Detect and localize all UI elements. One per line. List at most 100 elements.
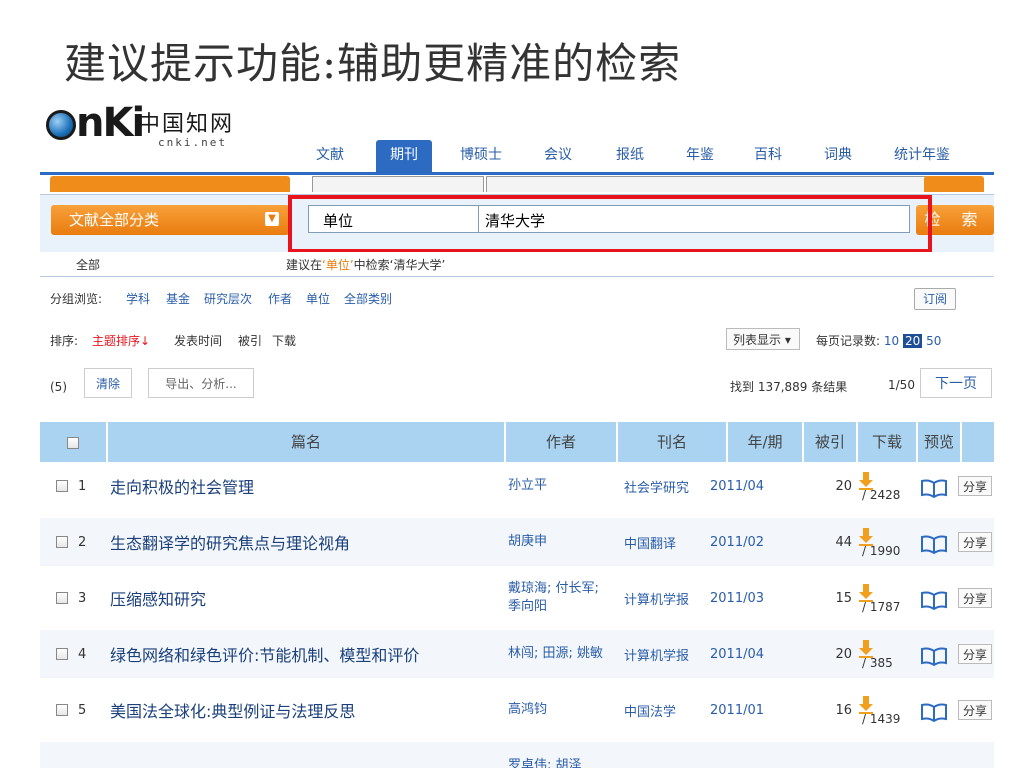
per-page-50[interactable]: 50 <box>926 334 941 348</box>
category-dropdown[interactable]: 文献全部分类 ▼ <box>51 205 289 235</box>
cited-count[interactable]: 44 <box>802 518 852 566</box>
issue-link[interactable]: 2011/03 <box>710 574 794 622</box>
article-title-link[interactable] <box>110 742 500 768</box>
tab-tongjinianjian[interactable]: 统计年鉴 <box>880 140 994 172</box>
download-cell[interactable]: / 2428 <box>852 462 912 510</box>
issue-link[interactable]: 2011/01 <box>710 686 794 734</box>
cited-count[interactable]: 16 <box>802 686 852 734</box>
table-row: 2 生态翻译学的研究焦点与理论视角 胡庚申 中国翻译 2011/02 44 / 1990 分享 <box>40 518 994 566</box>
book-preview-icon[interactable] <box>920 590 948 610</box>
tab-wenxian[interactable]: 文献 <box>302 140 358 172</box>
journal-link[interactable]: 中国法学 <box>624 686 724 734</box>
nav-underline <box>40 172 994 175</box>
article-title-link[interactable]: 生态翻译学的研究焦点与理论视角 <box>110 518 500 566</box>
download-cell[interactable]: / 1990 <box>852 518 912 566</box>
article-title-link[interactable]: 绿色网络和绿色评价:节能机制、模型和评价 <box>110 630 500 678</box>
download-cell[interactable]: / 385 <box>852 630 912 678</box>
tab-nianjian[interactable]: 年鉴 <box>672 140 728 172</box>
browse-all-categories[interactable]: 全部类别 <box>344 290 392 307</box>
share-button[interactable]: 分享 <box>958 532 992 552</box>
sort-date[interactable]: 发表时间 <box>174 332 222 349</box>
book-preview-icon[interactable] <box>920 478 948 498</box>
next-page-button[interactable]: 下一页 <box>920 368 992 398</box>
row-checkbox[interactable] <box>56 704 68 716</box>
issue-link[interactable]: 2011/04 <box>710 462 794 510</box>
download-count: / 1787 <box>862 600 901 614</box>
logo-mark: nKi <box>76 100 145 146</box>
search-field-select[interactable]: 单位 ▼ <box>308 205 496 233</box>
author-link[interactable]: 胡庚申 <box>508 518 612 566</box>
header-date[interactable]: 年/期 <box>726 422 802 462</box>
share-button[interactable]: 分享 <box>958 476 992 496</box>
all-link[interactable]: 全部 <box>76 256 100 273</box>
display-mode-select[interactable]: 列表显示 ▾ <box>726 328 800 350</box>
row-checkbox[interactable] <box>56 480 68 492</box>
row-number: 1 <box>78 478 87 494</box>
journal-link[interactable]: 计算机学报 <box>624 574 724 622</box>
browse-subject[interactable]: 学科 <box>126 290 150 307</box>
row-checkbox[interactable] <box>56 648 68 660</box>
journal-link[interactable]: 社会学研究 <box>624 462 724 510</box>
cited-count[interactable]: 15 <box>802 574 852 622</box>
author-link[interactable]: 林闯; 田源; 姚敏 <box>508 630 612 678</box>
issue-link[interactable] <box>710 742 794 768</box>
cited-count[interactable] <box>802 742 852 768</box>
header-title[interactable]: 篇名 <box>106 422 504 462</box>
journal-link[interactable] <box>624 742 724 768</box>
author-link[interactable]: 戴琼海; 付长军; 季向阳 <box>508 574 612 622</box>
tab-baozhi[interactable]: 报纸 <box>602 140 658 172</box>
share-button[interactable]: 分享 <box>958 644 992 664</box>
book-preview-icon[interactable] <box>920 646 948 666</box>
journal-link[interactable]: 中国翻译 <box>624 518 724 566</box>
browse-level[interactable]: 研究层次 <box>204 290 252 307</box>
tab-qikan[interactable]: 期刊 <box>376 140 432 172</box>
header-author[interactable]: 作者 <box>504 422 616 462</box>
row-checkbox[interactable] <box>56 592 68 604</box>
sort-cited[interactable]: 被引 <box>238 332 262 349</box>
sort-downloads[interactable]: 下载 <box>272 332 296 349</box>
select-all-checkbox[interactable] <box>67 436 79 449</box>
header-cited[interactable]: 被引 <box>802 422 856 462</box>
book-preview-icon[interactable] <box>920 702 948 722</box>
browse-fund[interactable]: 基金 <box>166 290 190 307</box>
book-preview-icon[interactable] <box>920 534 948 554</box>
download-cell[interactable]: / 1787 <box>852 574 912 622</box>
share-button[interactable]: 分享 <box>958 588 992 608</box>
article-title-link[interactable]: 美国法全球化:典型例证与法理反思 <box>110 686 500 734</box>
browse-author[interactable]: 作者 <box>268 290 292 307</box>
tab-boshuoshi[interactable]: 博硕士 <box>448 140 514 172</box>
per-page-10[interactable]: 10 <box>884 334 899 348</box>
share-button[interactable]: 分享 <box>958 700 992 720</box>
search-input[interactable]: 清华大学 <box>478 205 910 233</box>
ghost-query <box>486 176 928 192</box>
page-indicator: 1/50 <box>888 378 915 392</box>
header-journal[interactable]: 刊名 <box>616 422 726 462</box>
suggestion-tip[interactable]: 建议在‘单位’中检索‘清华大学’ <box>286 256 445 273</box>
tab-cidian[interactable]: 词典 <box>810 140 866 172</box>
search-button[interactable]: 检 索 <box>916 205 994 235</box>
subscribe-button[interactable]: 订阅 <box>914 288 956 310</box>
tip-prefix: 建议在 <box>286 258 323 272</box>
header-downloads[interactable]: 下载 <box>856 422 916 462</box>
tab-huiyi[interactable]: 会议 <box>530 140 586 172</box>
author-link[interactable]: 罗卓伟; 胡泽 <box>508 742 612 768</box>
browse-institution[interactable]: 单位 <box>306 290 330 307</box>
issue-link[interactable]: 2011/02 <box>710 518 794 566</box>
author-link[interactable]: 孙立平 <box>508 462 612 510</box>
journal-link[interactable]: 计算机学报 <box>624 630 724 678</box>
cited-count[interactable]: 20 <box>802 462 852 510</box>
article-title-link[interactable]: 压缩感知研究 <box>110 574 500 622</box>
export-button[interactable]: 导出、分析... <box>148 368 254 398</box>
clear-button[interactable]: 清除 <box>84 368 132 398</box>
row-select-cell: 3 <box>56 574 106 622</box>
author-link[interactable]: 高鸿钧 <box>508 686 612 734</box>
per-page-20[interactable]: 20 <box>902 334 923 348</box>
cnki-logo[interactable]: nKi 中国知网 cnki.net <box>46 100 286 156</box>
download-cell[interactable]: / 1439 <box>852 686 912 734</box>
tab-baike[interactable]: 百科 <box>740 140 796 172</box>
row-checkbox[interactable] <box>56 536 68 548</box>
issue-link[interactable]: 2011/04 <box>710 630 794 678</box>
cited-count[interactable]: 20 <box>802 630 852 678</box>
article-title-link[interactable]: 走向积极的社会管理 <box>110 462 500 510</box>
sort-topic[interactable]: 主题排序↓ <box>92 332 150 349</box>
